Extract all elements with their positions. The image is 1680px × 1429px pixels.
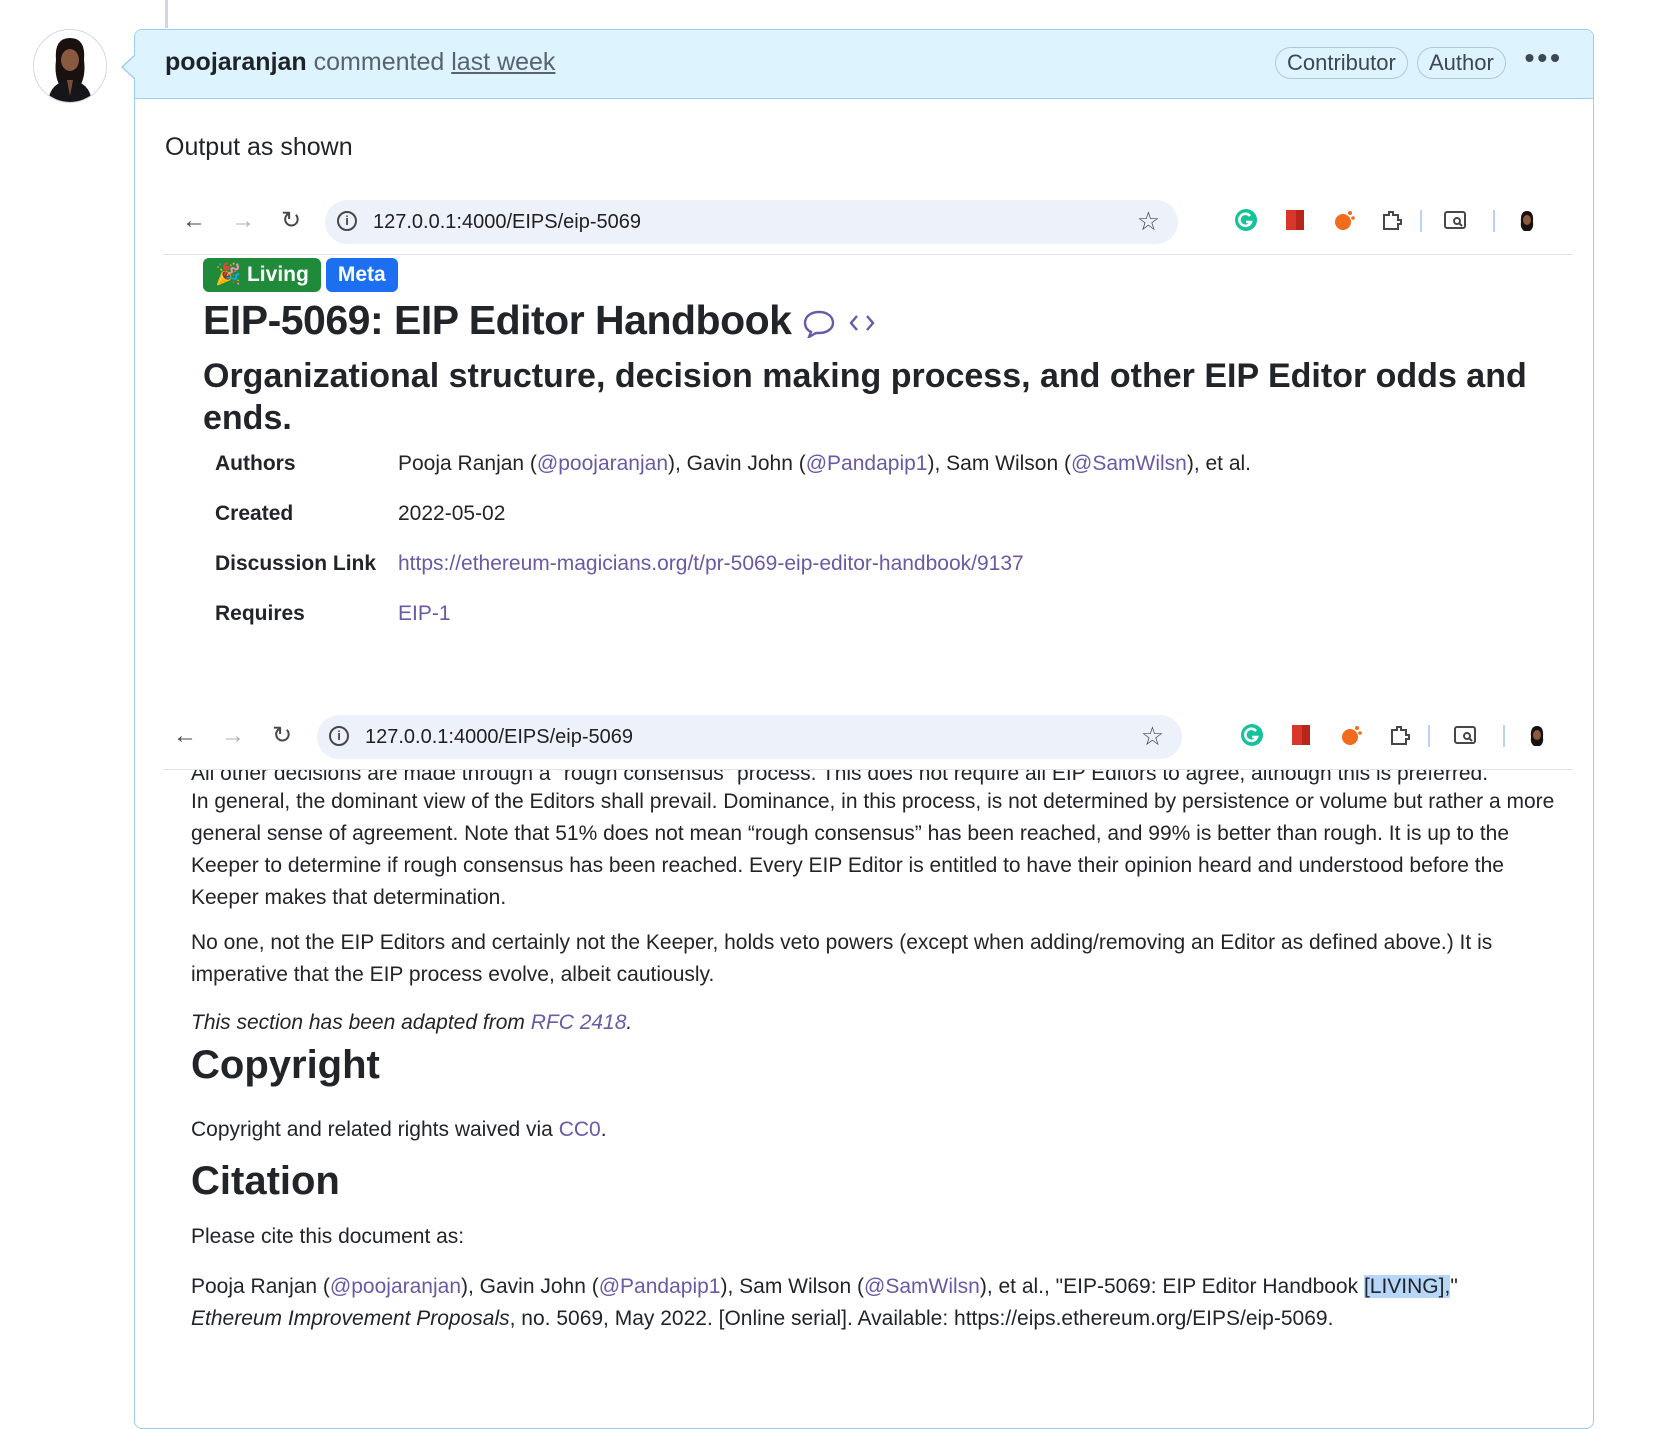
selected-text: [LIVING], bbox=[1363, 1275, 1451, 1298]
tab-search-icon[interactable] bbox=[1443, 208, 1467, 232]
author-link[interactable]: @Pandapip1 bbox=[599, 1275, 721, 1298]
author-link[interactable]: @Pandapip1 bbox=[806, 452, 928, 475]
url-text[interactable]: 127.0.0.1:4000/EIPS/eip-5069 bbox=[373, 211, 641, 234]
author-link[interactable]: @poojaranjan bbox=[330, 1275, 461, 1298]
star-icon[interactable]: ☆ bbox=[1141, 721, 1164, 752]
citation-text: Pooja Ranjan (@poojaranjan), Gavin John … bbox=[191, 1275, 1458, 1330]
forward-arrow-icon[interactable]: → bbox=[219, 722, 247, 750]
eip-title: EIP-5069: EIP Editor Handbook bbox=[203, 297, 877, 344]
puzzle-extensions-icon[interactable] bbox=[1388, 723, 1412, 747]
authors-label: Authors bbox=[215, 452, 296, 475]
toolbar-separator bbox=[1493, 210, 1495, 232]
eip-page-top: 🎉 Living Meta EIP-5069: EIP Editor Handbo… bbox=[163, 255, 1573, 680]
kebab-horizontal-icon[interactable]: ••• bbox=[1525, 42, 1563, 74]
created-value: 2022-05-02 bbox=[398, 502, 506, 525]
comment-body-text: Output as shown bbox=[165, 133, 353, 161]
toolbar-separator bbox=[1428, 725, 1430, 747]
browser-toolbar: ← → ↻ i 127.0.0.1:4000/EIPS/eip-5069 ☆ bbox=[163, 705, 1573, 770]
author-badge: Author bbox=[1417, 47, 1506, 79]
toolbar-separator bbox=[1503, 725, 1505, 747]
paragraph-adapted: This section has been adapted from RFC 2… bbox=[191, 1011, 633, 1034]
meta-badge[interactable]: Meta bbox=[325, 258, 398, 292]
code-brackets-icon[interactable] bbox=[847, 308, 877, 338]
requires-link[interactable]: EIP-1 bbox=[398, 602, 451, 626]
discussion-label: Discussion Link bbox=[215, 552, 377, 575]
profile-avatar-icon[interactable] bbox=[1525, 723, 1549, 747]
screenshot-2: All other decisions are made through a "… bbox=[163, 705, 1573, 1395]
person-avatar-icon bbox=[34, 30, 106, 102]
url-text[interactable]: 127.0.0.1:4000/EIPS/eip-5069 bbox=[365, 726, 633, 749]
grammarly-icon[interactable] bbox=[1240, 723, 1264, 747]
living-badge[interactable]: 🎉 Living bbox=[203, 258, 321, 292]
citation-heading: Citation bbox=[191, 1159, 340, 1203]
puzzle-extensions-icon[interactable] bbox=[1380, 208, 1404, 232]
star-icon[interactable]: ☆ bbox=[1137, 206, 1160, 237]
rfc-link[interactable]: RFC 2418 bbox=[531, 1011, 627, 1034]
site-info-icon[interactable]: i bbox=[329, 726, 349, 746]
journal-name: Ethereum Improvement Proposals bbox=[191, 1307, 510, 1330]
author-link[interactable]: @poojaranjan bbox=[537, 452, 668, 475]
requires-label: Requires bbox=[215, 602, 305, 625]
contributor-badge: Contributor bbox=[1275, 47, 1408, 79]
discussion-link[interactable]: https://ethereum-magicians.org/t/pr-5069… bbox=[398, 552, 1024, 576]
paragraph-dominance: In general, the dominant view of the Edi… bbox=[191, 790, 1555, 909]
bookmark-ext-icon[interactable] bbox=[1283, 208, 1307, 232]
citation-intro: Please cite this document as: bbox=[191, 1225, 465, 1248]
hand-ext-icon[interactable] bbox=[1332, 208, 1356, 232]
profile-avatar-icon[interactable] bbox=[1515, 208, 1539, 232]
browser-toolbar: ← → ↻ i 127.0.0.1:4000/EIPS/eip-5069 ☆ bbox=[163, 190, 1573, 255]
comment-timestamp-link[interactable]: last week bbox=[451, 48, 555, 76]
author-link[interactable]: @SamWilsn bbox=[864, 1275, 980, 1298]
tab-search-icon[interactable] bbox=[1453, 723, 1477, 747]
comment-author-link[interactable]: poojaranjan bbox=[165, 48, 307, 76]
copyright-text: Copyright and related rights waived via … bbox=[191, 1118, 607, 1141]
reload-icon[interactable]: ↻ bbox=[268, 722, 296, 750]
hand-ext-icon[interactable] bbox=[1339, 723, 1363, 747]
comment-header: poojaranjan commented last week Contribu… bbox=[135, 30, 1593, 99]
author-link[interactable]: @SamWilsn bbox=[1071, 452, 1187, 475]
address-bar[interactable]: i 127.0.0.1:4000/EIPS/eip-5069 ☆ bbox=[317, 715, 1182, 759]
authors-value: Pooja Ranjan (@poojaranjan), Gavin John … bbox=[398, 452, 1252, 475]
reload-icon[interactable]: ↻ bbox=[277, 207, 305, 235]
created-label: Created bbox=[215, 502, 294, 525]
back-arrow-icon[interactable]: ← bbox=[180, 207, 208, 235]
screenshot-1: ← → ↻ i 127.0.0.1:4000/EIPS/eip-5069 ☆ 🎉… bbox=[163, 190, 1573, 680]
timeline-line bbox=[165, 0, 168, 28]
forward-arrow-icon[interactable]: → bbox=[229, 207, 257, 235]
copyright-heading: Copyright bbox=[191, 1043, 380, 1087]
cc0-link[interactable]: CC0 bbox=[559, 1118, 601, 1141]
comment-meta: poojaranjan commented last week bbox=[165, 48, 555, 77]
eip-badges: 🎉 Living Meta bbox=[203, 258, 403, 292]
paragraph-veto: No one, not the EIP Editors and certainl… bbox=[191, 931, 1493, 986]
comment-bubble-icon[interactable] bbox=[802, 308, 836, 339]
toolbar-separator bbox=[1420, 210, 1422, 232]
comment-pointer-fill bbox=[123, 55, 136, 79]
grammarly-icon[interactable] bbox=[1234, 208, 1258, 232]
bookmark-ext-icon[interactable] bbox=[1289, 723, 1313, 747]
eip-subtitle: Organizational structure, decision makin… bbox=[203, 357, 1527, 437]
back-arrow-icon[interactable]: ← bbox=[171, 722, 199, 750]
commenter-avatar[interactable] bbox=[33, 29, 107, 103]
eip-page-bottom: All other decisions are made through a "… bbox=[163, 762, 1573, 1395]
site-info-icon[interactable]: i bbox=[337, 211, 357, 231]
comment-action: commented bbox=[313, 48, 445, 76]
party-popper-icon: 🎉 bbox=[215, 263, 247, 286]
address-bar[interactable]: i 127.0.0.1:4000/EIPS/eip-5069 ☆ bbox=[325, 200, 1178, 244]
